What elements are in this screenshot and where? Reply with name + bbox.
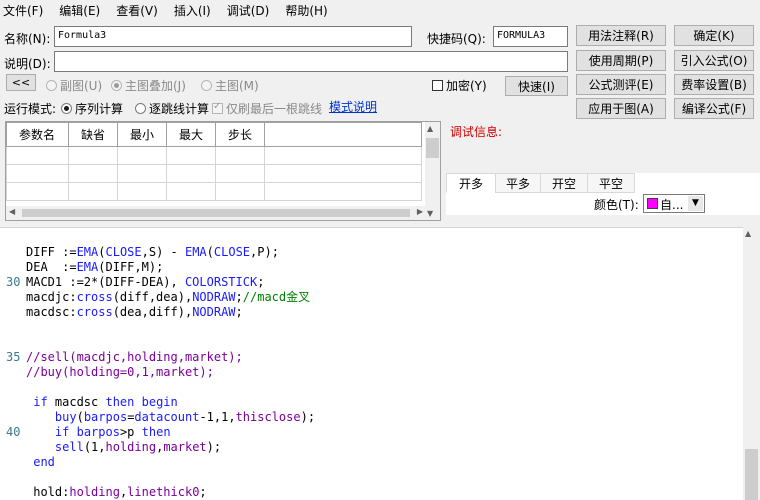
fee-settings-button[interactable]: 费率设置(B) bbox=[674, 74, 754, 95]
menu-insert[interactable]: 插入(I) bbox=[174, 2, 211, 19]
tab-open-long[interactable]: 开多 bbox=[446, 173, 496, 193]
desc-input[interactable] bbox=[54, 51, 568, 72]
color-select[interactable]: 自... ▼ bbox=[643, 194, 705, 213]
checkbox-icon bbox=[432, 80, 443, 91]
color-swatch bbox=[647, 198, 658, 209]
scroll-up-icon[interactable]: ▲ bbox=[427, 124, 433, 133]
chevron-down-icon[interactable]: ▼ bbox=[688, 196, 703, 211]
evaluate-formula-button[interactable]: 公式测评(E) bbox=[576, 74, 666, 95]
main-chart-label: 主图(M) bbox=[215, 79, 259, 93]
code-text: DIFF :=EMA(CLOSE,S) - EMA(CLOSE,P); bbox=[26, 245, 279, 259]
code-text: macdsc:cross(dea,diff),NODRAW; bbox=[26, 305, 243, 319]
name-input[interactable]: Formula3 bbox=[54, 26, 412, 47]
encrypt-checkbox[interactable]: 加密(Y) bbox=[432, 77, 487, 94]
tab-open-short[interactable]: 开空 bbox=[540, 173, 588, 193]
line-number: 40 bbox=[6, 425, 21, 439]
color-value: 自... bbox=[660, 198, 684, 212]
main-chart-radio[interactable]: 主图(M) bbox=[201, 77, 259, 94]
usage-note-button[interactable]: 用法注释(R) bbox=[576, 25, 666, 46]
import-formula-button[interactable]: 引入公式(O) bbox=[674, 50, 754, 71]
color-label: 颜色(T): bbox=[594, 198, 639, 212]
table-row[interactable] bbox=[6, 146, 422, 165]
scroll-up-icon[interactable]: ▲ bbox=[745, 229, 751, 238]
radio-icon bbox=[135, 103, 146, 114]
sub-chart-label: 副图(U) bbox=[60, 79, 103, 93]
col-header: 步长 bbox=[215, 122, 265, 147]
table-row[interactable] bbox=[6, 182, 422, 201]
name-label: 名称(N): bbox=[4, 32, 51, 46]
desc-label: 说明(D): bbox=[4, 57, 51, 71]
code-text: hold:holding,linethick0; bbox=[26, 485, 207, 499]
main-overlay-label: 主图叠加(J) bbox=[125, 79, 186, 93]
tick-radio[interactable]: 逐跳线计算 bbox=[135, 100, 209, 117]
radio-icon bbox=[201, 80, 212, 91]
code-text: //sell(macdjc,holding,market); bbox=[26, 350, 243, 364]
editor-vscrollbar[interactable]: ▲ bbox=[743, 227, 760, 500]
code-text: if macdsc then begin bbox=[33, 395, 178, 409]
col-header: 最小 bbox=[117, 122, 167, 147]
shortcut-label: 快捷码(Q): bbox=[427, 32, 486, 46]
compile-formula-button[interactable]: 编译公式(F) bbox=[674, 98, 754, 119]
code-text: sell(1,holding,market); bbox=[54, 440, 222, 454]
menu-view[interactable]: 查看(V) bbox=[116, 2, 158, 19]
code-text: //buy(holding=0,1,market); bbox=[26, 365, 214, 379]
code-text: if barpos>p then bbox=[54, 425, 171, 439]
col-header: 参数名 bbox=[6, 122, 69, 147]
last-bar-checkbox[interactable]: 仅刷最后一根跳线 bbox=[212, 100, 322, 117]
debug-info-label: 调试信息: bbox=[450, 125, 503, 139]
scroll-thumb[interactable] bbox=[745, 449, 758, 500]
menu-debug[interactable]: 调试(D) bbox=[227, 2, 270, 19]
scroll-right-icon[interactable]: ▶ bbox=[417, 207, 423, 216]
code-text: macdjc:cross(diff,dea),NODRAW;//macd金叉 bbox=[26, 290, 311, 304]
table-row[interactable] bbox=[6, 164, 422, 183]
grid-vscrollbar[interactable]: ▲ ▼ bbox=[425, 122, 440, 220]
radio-icon bbox=[46, 80, 57, 91]
period-button[interactable]: 使用周期(P) bbox=[576, 50, 666, 71]
main-overlay-radio[interactable]: 主图叠加(J) bbox=[111, 77, 186, 94]
menu-bar: 文件(F) 编辑(E) 查看(V) 插入(I) 调试(D) 帮助(H) bbox=[0, 0, 760, 20]
run-mode-label: 运行模式: bbox=[4, 102, 57, 116]
fast-button[interactable]: 快速(I) bbox=[505, 76, 568, 96]
debug-tabs-panel: 开多 平多 开空 平空 颜色(T): 自... ▼ bbox=[446, 173, 760, 215]
menu-file[interactable]: 文件(F) bbox=[3, 2, 43, 19]
tab-close-long[interactable]: 平多 bbox=[495, 173, 541, 193]
ok-button[interactable]: 确定(K) bbox=[674, 25, 754, 46]
apply-to-chart-button[interactable]: 应用于图(A) bbox=[576, 98, 666, 119]
sequence-label: 序列计算 bbox=[75, 102, 124, 116]
radio-icon bbox=[111, 80, 122, 91]
menu-help[interactable]: 帮助(H) bbox=[285, 2, 327, 19]
col-header bbox=[264, 122, 422, 147]
sequence-radio[interactable]: 序列计算 bbox=[61, 100, 123, 117]
line-number: 35 bbox=[6, 350, 21, 364]
tab-close-short[interactable]: 平空 bbox=[587, 173, 635, 193]
scroll-down-icon[interactable]: ▼ bbox=[427, 209, 433, 218]
h-scroll-thumb[interactable] bbox=[22, 209, 410, 217]
code-editor[interactable]: DIFF :=EMA(CLOSE,S) - EMA(CLOSE,P); DEA :… bbox=[0, 227, 760, 500]
params-table: 参数名 缺省 最小 最大 步长 ▲ ▼ ◀ ▶ bbox=[5, 121, 441, 221]
model-help-link[interactable]: 模式说明 bbox=[329, 98, 377, 115]
collapse-button[interactable]: << bbox=[6, 74, 36, 91]
col-header: 最大 bbox=[166, 122, 216, 147]
col-header: 缺省 bbox=[68, 122, 118, 147]
encrypt-label: 加密(Y) bbox=[446, 79, 487, 93]
code-text: buy(barpos=datacount-1,1,thisclose); bbox=[54, 410, 316, 424]
radio-icon bbox=[61, 103, 72, 114]
checkbox-icon bbox=[212, 101, 223, 114]
grid-hscrollbar[interactable]: ◀ ▶ bbox=[6, 206, 426, 220]
code-text: end bbox=[33, 455, 55, 469]
scroll-thumb[interactable] bbox=[426, 138, 439, 158]
tick-label: 逐跳线计算 bbox=[149, 102, 210, 116]
code-text: DEA :=EMA(DIFF,M); bbox=[26, 260, 164, 274]
menu-edit[interactable]: 编辑(E) bbox=[59, 2, 100, 19]
last-bar-label: 仅刷最后一根跳线 bbox=[226, 102, 323, 116]
scroll-left-icon[interactable]: ◀ bbox=[9, 207, 15, 216]
shortcut-input[interactable]: FORMULA3 bbox=[493, 26, 568, 47]
sub-chart-radio[interactable]: 副图(U) bbox=[46, 77, 102, 94]
line-number: 30 bbox=[6, 275, 21, 289]
code-text: MACD1 :=2*(DIFF-DEA), COLORSTICK; bbox=[26, 275, 265, 289]
